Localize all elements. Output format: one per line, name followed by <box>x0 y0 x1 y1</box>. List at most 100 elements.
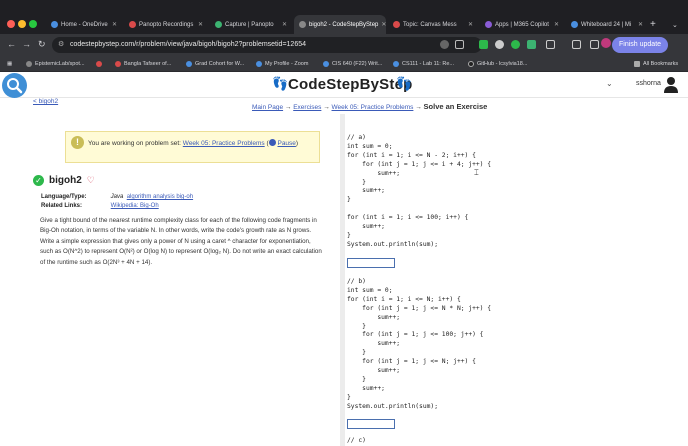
back-arrow-icon[interactable]: ← <box>7 39 16 50</box>
apps-grid-icon[interactable]: ▦ <box>7 59 12 69</box>
bookmark-item[interactable]: My Profile - Zoom <box>256 59 308 69</box>
close-tab-icon[interactable]: ✕ <box>282 21 287 28</box>
site-info-icon[interactable]: ⚙ <box>58 37 64 53</box>
zoom-window-button[interactable] <box>29 20 37 28</box>
solved-check-icon: ✓ <box>33 175 44 186</box>
bookmark-item[interactable]: GitHub - lcsylvia18... <box>468 59 527 69</box>
download-icon[interactable] <box>590 40 599 49</box>
footprint-icon: 👣 <box>272 76 289 91</box>
breadcrumb: Main Page → Exercises → Week 05: Practic… <box>252 102 488 111</box>
tab-list-chevron-icon[interactable]: ⌄ <box>672 15 684 34</box>
folder-icon <box>634 61 640 67</box>
browser-tab[interactable]: Apps | M365 Copilot ✕ <box>480 15 564 34</box>
forward-arrow-icon[interactable]: → <box>22 39 31 50</box>
password-key-icon[interactable] <box>440 40 449 49</box>
browser-tab[interactable]: Topic: Canvas Mess ✕ <box>388 15 478 34</box>
username-menu[interactable]: sshorna <box>636 80 661 87</box>
answer-b-input[interactable] <box>347 419 395 429</box>
problem-set-notice: ! You are working on problem set: Week 0… <box>65 131 320 163</box>
finish-update-button[interactable]: Finish update <box>612 37 669 53</box>
language-value: Java <box>110 194 124 200</box>
breadcrumb-week[interactable]: Week 05: Practice Problems <box>332 104 414 111</box>
minimize-window-button[interactable] <box>18 20 26 28</box>
browser-tab[interactable]: Capture | Panopto ✕ <box>210 15 292 34</box>
github-icon <box>26 61 32 67</box>
browser-tab[interactable]: Home - OneDrive ✕ <box>46 15 122 34</box>
search-button[interactable] <box>2 73 27 98</box>
bookmark-favicon-icon <box>186 61 192 67</box>
capture-icon <box>215 21 222 28</box>
close-window-button[interactable] <box>7 20 15 28</box>
sidebar-toggle-icon[interactable] <box>572 40 581 49</box>
wikipedia-link[interactable]: Wikipedia: Big-Oh <box>111 203 159 209</box>
bookmark-favicon-icon <box>393 61 399 67</box>
code-fragment-b: // b) int sum = 0; for (int i = 1; i <= … <box>347 278 492 410</box>
close-tab-icon[interactable]: ✕ <box>468 21 473 28</box>
onedrive-icon <box>51 21 58 28</box>
puzzle-extensions-icon[interactable] <box>546 40 555 49</box>
search-icon <box>7 78 23 94</box>
close-tab-icon[interactable]: ✕ <box>112 21 117 28</box>
bookmark-item[interactable]: CS111 - Lab 11: Re... <box>393 59 454 69</box>
browser-tab-bar: Home - OneDrive ✕ Panopto Recordings ✕ C… <box>0 0 688 34</box>
user-avatar-icon[interactable] <box>663 76 679 94</box>
codestepbystep-icon <box>299 21 306 28</box>
grammarly-icon[interactable] <box>511 40 520 49</box>
browser-tab-active[interactable]: bigoh2 - CodeStepByStep ✕ <box>294 15 386 34</box>
bookmark-item[interactable]: EpistemicLab/spot... <box>26 59 85 69</box>
problem-description: Give a tight bound of the nearest runtim… <box>40 217 322 266</box>
bookmark-favicon-icon <box>115 61 121 67</box>
related-links-row: Related Links: Wikipedia: Big-Oh <box>41 203 159 209</box>
close-tab-icon[interactable]: ✕ <box>638 21 643 28</box>
canvas-icon <box>393 21 400 28</box>
bookmark-item[interactable]: Grad Cohort for W... <box>186 59 244 69</box>
browser-tab[interactable]: Panopto Recordings ✕ <box>124 15 208 34</box>
problem-set-link[interactable]: Week 05: Practice Problems <box>183 140 265 147</box>
problem-tags[interactable]: algorithm analysis big-oh <box>127 194 193 200</box>
whiteboard-icon <box>571 21 578 28</box>
favorite-heart-icon[interactable]: ♡ <box>87 175 95 186</box>
copilot-icon <box>485 21 492 28</box>
bookmark-favicon-icon <box>323 61 329 67</box>
github-icon <box>468 61 474 67</box>
bookmark-item[interactable]: CIS 640 (F22) Writ... <box>323 59 382 69</box>
pause-icon[interactable] <box>268 139 276 146</box>
breadcrumb-current: Solve an Exercise <box>423 102 488 111</box>
breadcrumb-exercises[interactable]: Exercises <box>293 104 321 111</box>
bookmark-item[interactable]: Bangla Tafseer of... <box>115 59 171 69</box>
zoom-icon <box>256 61 262 67</box>
profile-avatar-icon[interactable] <box>601 38 611 48</box>
back-to-problem-link[interactable]: < bigoh2 <box>33 98 58 105</box>
url-bar[interactable]: ⚙ codestepbystep.com/r/problem/view/java… <box>52 37 482 53</box>
youtube-icon <box>96 61 102 67</box>
site-title[interactable]: CodeStepByStep <box>288 76 413 93</box>
code-fragment-c: // c) <box>347 437 366 444</box>
browser-tab[interactable]: Whiteboard 24 | Mi ✕ <box>566 15 648 34</box>
language-row: Language/Type: Java algorithm analysis b… <box>41 194 194 200</box>
bookmarks-bar: ▦ EpistemicLab/spot... Bangla Tafseer of… <box>0 56 688 72</box>
reload-icon[interactable]: ↻ <box>38 39 46 50</box>
answer-a-input[interactable] <box>347 258 395 268</box>
chevron-down-icon[interactable]: ⌄ <box>606 79 613 88</box>
shield-extension-icon[interactable] <box>479 40 488 49</box>
close-tab-icon[interactable]: ✕ <box>381 21 386 28</box>
info-icon: ! <box>71 136 84 149</box>
problem-title: ✓ bigoh2 ♡ <box>33 175 95 186</box>
mouse-cursor-icon: ⌶ <box>474 168 479 177</box>
close-tab-icon[interactable]: ✕ <box>198 21 203 28</box>
column-divider[interactable] <box>340 114 345 446</box>
extension-icon[interactable] <box>495 40 504 49</box>
address-row: ← → ↻ ⚙ codestepbystep.com/r/problem/vie… <box>0 34 688 56</box>
bookmark-item[interactable] <box>96 59 102 69</box>
new-tab-icon[interactable]: + <box>650 15 664 34</box>
breadcrumb-main-page[interactable]: Main Page <box>252 104 283 111</box>
all-bookmarks-button[interactable]: All Bookmarks <box>634 59 678 69</box>
code-fragment-a: // a) int sum = 0; for (int i = 1; i <= … <box>347 134 492 248</box>
close-tab-icon[interactable]: ✕ <box>554 21 559 28</box>
extension-icon[interactable] <box>527 40 536 49</box>
bookmark-star-icon[interactable] <box>455 40 464 49</box>
site-header: 👣 CodeStepByStep 👣 ⌄ sshorna <box>0 72 688 98</box>
footprint-icon: 👣 <box>396 76 413 91</box>
pause-link[interactable]: Pause <box>277 140 295 147</box>
panopto-icon <box>129 21 136 28</box>
